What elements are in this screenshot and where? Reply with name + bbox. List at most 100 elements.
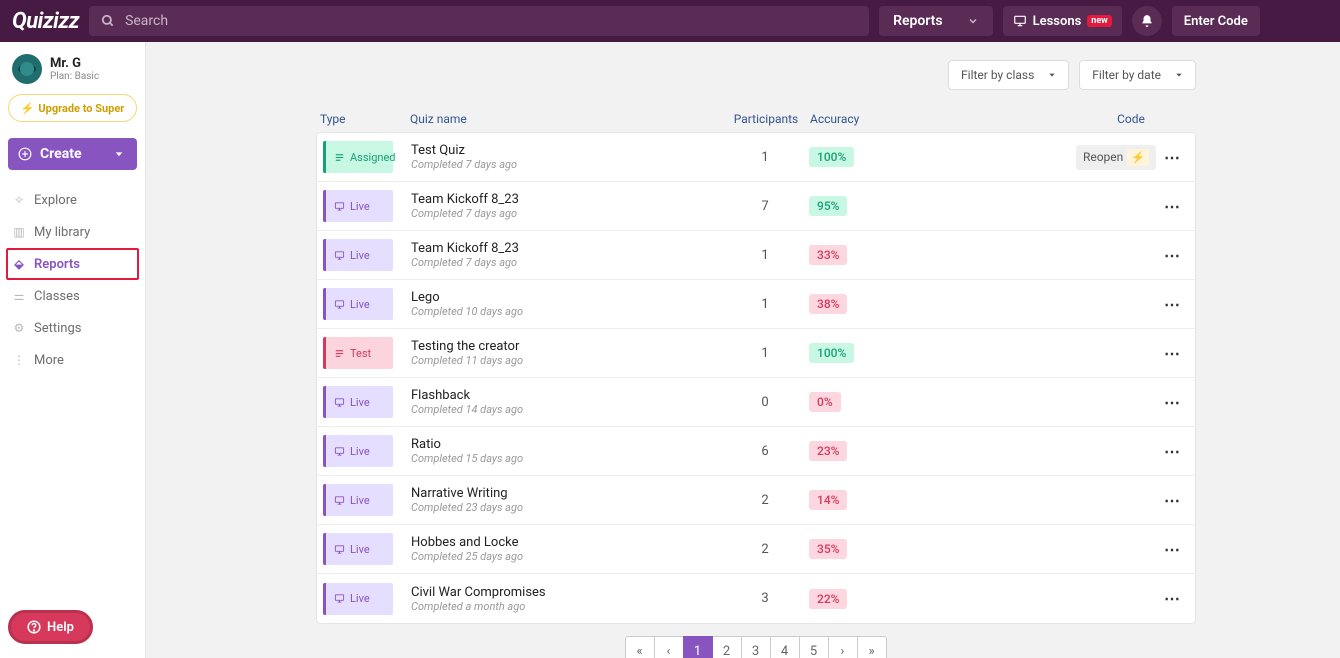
type-pill: Live <box>323 190 393 222</box>
quiz-subtext: Completed 15 days ago <box>411 452 725 465</box>
more-menu-icon[interactable]: ⋯ <box>1164 295 1181 314</box>
accuracy-pill: 14% <box>809 490 847 510</box>
sidebar-item-explore[interactable]: ✧ Explore <box>8 184 137 216</box>
more-menu-icon[interactable]: ⋯ <box>1164 148 1181 167</box>
filter-date-dropdown[interactable]: Filter by date <box>1079 60 1196 90</box>
more-menu-icon[interactable]: ⋯ <box>1164 197 1181 216</box>
presentation-icon <box>1013 14 1027 28</box>
sidebar-item-more[interactable]: ⋮ More <box>8 344 137 376</box>
page-last[interactable]: » <box>857 636 887 658</box>
sidebar-item-settings[interactable]: ⚙ Settings <box>8 312 137 344</box>
table-row[interactable]: Live Civil War Compromises Completed a m… <box>317 574 1195 623</box>
table-row[interactable]: Live Team Kickoff 8_23 Completed 7 days … <box>317 182 1195 231</box>
header-name[interactable]: Quiz name <box>410 112 726 126</box>
sidebar-item-library[interactable]: ▥ My library <box>8 216 137 248</box>
notifications-button[interactable] <box>1132 6 1162 36</box>
filter-date-label: Filter by date <box>1092 68 1161 82</box>
table-row[interactable]: Live Lego Completed 10 days ago 1 38% ⋯ <box>317 280 1195 329</box>
more-menu-icon[interactable]: ⋯ <box>1164 442 1181 461</box>
type-pill: Live <box>323 386 393 418</box>
gear-icon: ⚙ <box>12 321 26 335</box>
filters: Filter by class Filter by date <box>316 60 1196 90</box>
reopen-button[interactable]: Reopen⚡ <box>1076 145 1156 170</box>
type-label: Live <box>350 396 370 409</box>
chevron-down-icon <box>1048 71 1056 79</box>
page-next[interactable]: › <box>828 636 858 658</box>
help-button[interactable]: Help <box>8 610 93 644</box>
participants-value: 6 <box>725 444 805 459</box>
quiz-subtext: Completed 7 days ago <box>411 256 725 269</box>
search-input[interactable] <box>125 13 857 29</box>
header-participants[interactable]: Participants <box>726 112 806 126</box>
quiz-subtext: Completed 25 days ago <box>411 550 725 563</box>
table-row[interactable]: Live Narrative Writing Completed 23 days… <box>317 476 1195 525</box>
page-3[interactable]: 3 <box>741 636 771 658</box>
help-icon <box>27 620 41 634</box>
more-menu-icon[interactable]: ⋯ <box>1164 344 1181 363</box>
chevron-down-icon <box>1175 71 1183 79</box>
accuracy-pill: 0% <box>809 392 841 412</box>
more-menu-icon[interactable]: ⋯ <box>1164 540 1181 559</box>
quiz-name: Narrative Writing <box>411 486 725 501</box>
chevron-down-icon <box>111 144 127 164</box>
enter-code-button[interactable]: Enter Code <box>1172 6 1260 36</box>
table-row[interactable]: Live Ratio Completed 15 days ago 6 23% ⋯ <box>317 427 1195 476</box>
sidebar-label: Classes <box>34 289 80 304</box>
table-row[interactable]: Test Testing the creator Completed 11 da… <box>317 329 1195 378</box>
quiz-name: Lego <box>411 290 725 305</box>
table-row[interactable]: Assigned Test Quiz Completed 7 days ago … <box>317 133 1195 182</box>
type-icon <box>334 152 345 163</box>
type-pill: Live <box>323 288 393 320</box>
plus-icon <box>18 147 32 161</box>
sidebar-item-classes[interactable]: ⚌ Classes <box>8 280 137 312</box>
sidebar: Mr. G Plan: Basic ⚡ Upgrade to Super Cre… <box>0 42 146 658</box>
topbar: Quizizz Reports Lessons new Enter Code <box>0 0 1340 42</box>
more-menu-icon[interactable]: ⋯ <box>1164 491 1181 510</box>
header-type[interactable]: Type <box>316 112 410 126</box>
page-4[interactable]: 4 <box>770 636 800 658</box>
search-box[interactable] <box>89 6 869 36</box>
table-row[interactable]: Live Hobbes and Locke Completed 25 days … <box>317 525 1195 574</box>
participants-value: 2 <box>725 493 805 508</box>
quiz-name: Flashback <box>411 388 725 403</box>
type-pill: Live <box>323 533 393 565</box>
type-label: Live <box>350 200 370 213</box>
table-row[interactable]: Live Flashback Completed 14 days ago 0 0… <box>317 378 1195 427</box>
table-row[interactable]: Live Team Kickoff 8_23 Completed 7 days … <box>317 231 1195 280</box>
accuracy-pill: 22% <box>809 589 847 609</box>
header-code[interactable]: Code <box>1066 112 1196 126</box>
type-label: Assigned <box>350 151 396 164</box>
upgrade-label: Upgrade to Super <box>38 102 124 115</box>
participants-value: 1 <box>725 248 805 263</box>
accuracy-pill: 35% <box>809 539 847 559</box>
accuracy-pill: 33% <box>809 245 847 265</box>
type-icon <box>334 495 345 506</box>
quiz-name: Test Quiz <box>411 143 725 158</box>
header-accuracy[interactable]: Accuracy <box>806 112 896 126</box>
more-menu-icon[interactable]: ⋯ <box>1164 589 1181 608</box>
create-button[interactable]: Create <box>8 138 137 170</box>
page-5[interactable]: 5 <box>799 636 829 658</box>
upgrade-button[interactable]: ⚡ Upgrade to Super <box>8 94 137 122</box>
lessons-button[interactable]: Lessons new <box>1003 6 1122 36</box>
page-first[interactable]: « <box>625 636 655 658</box>
page-prev[interactable]: ‹ <box>654 636 684 658</box>
quiz-name: Hobbes and Locke <box>411 535 725 550</box>
type-pill: Live <box>323 239 393 271</box>
more-menu-icon[interactable]: ⋯ <box>1164 246 1181 265</box>
filter-class-dropdown[interactable]: Filter by class <box>948 60 1069 90</box>
user-block[interactable]: Mr. G Plan: Basic <box>8 50 137 94</box>
type-icon <box>334 250 345 261</box>
reports-dropdown[interactable]: Reports <box>879 6 993 36</box>
quiz-subtext: Completed a month ago <box>411 600 725 613</box>
page-2[interactable]: 2 <box>712 636 742 658</box>
more-menu-icon[interactable]: ⋯ <box>1164 393 1181 412</box>
page-1[interactable]: 1 <box>683 636 713 658</box>
sidebar-item-reports[interactable]: ⬙ Reports <box>6 248 139 280</box>
dots-icon: ⋮ <box>12 353 26 367</box>
quiz-name: Team Kickoff 8_23 <box>411 192 725 207</box>
bolt-icon: ⚡ <box>1127 149 1149 166</box>
quiz-name: Team Kickoff 8_23 <box>411 241 725 256</box>
logo: Quizizz <box>12 9 79 34</box>
type-label: Test <box>350 347 371 360</box>
